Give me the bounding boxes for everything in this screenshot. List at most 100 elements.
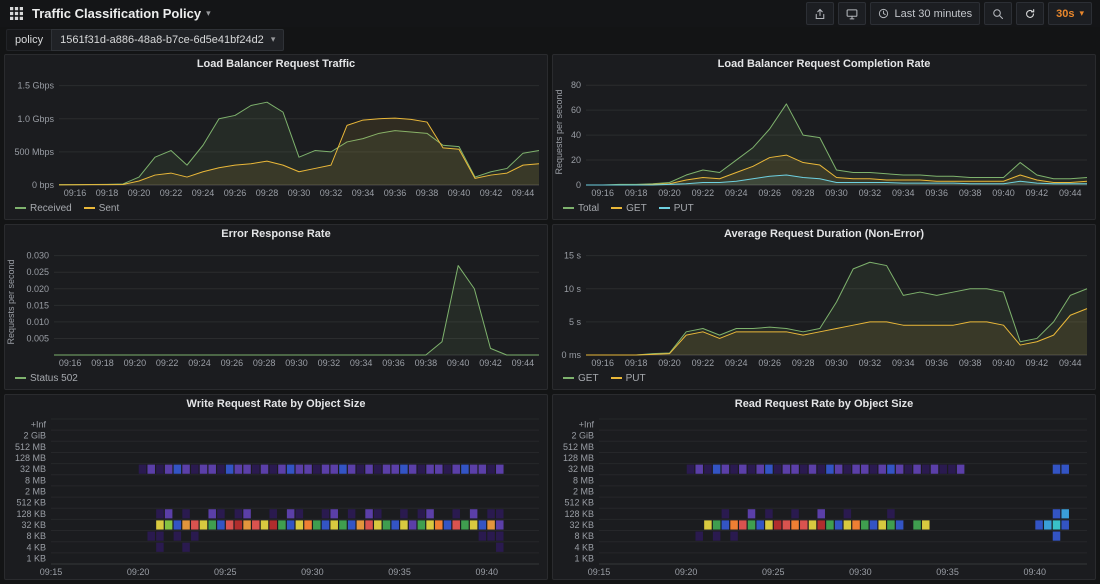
svg-text:09:28: 09:28 [253, 358, 276, 368]
svg-text:09:28: 09:28 [792, 358, 815, 368]
traffic-line-chart[interactable]: 0 bps500 Mbps1.0 Gbps1.5 Gbps09:1609:180… [5, 73, 547, 200]
svg-text:09:16: 09:16 [591, 358, 614, 368]
refresh-interval-value: 30s [1056, 8, 1074, 20]
panel-error-response-rate: Error Response Rate 0.005 0.010 0.015 0.020… [4, 224, 548, 390]
svg-text:32 KB: 32 KB [569, 520, 594, 530]
svg-text:09:34: 09:34 [892, 188, 915, 198]
svg-text:0: 0 [576, 180, 581, 190]
svg-text:Requests per second: Requests per second [554, 89, 564, 174]
svg-text:1.0 Gbps: 1.0 Gbps [17, 114, 54, 124]
navbar-actions: Last 30 minutes 30s ▾ [806, 2, 1092, 25]
legend-item-total[interactable]: Total [563, 203, 599, 214]
svg-text:0.005: 0.005 [26, 333, 49, 343]
legend-series-label: PUT [626, 373, 646, 384]
svg-text:500 Mbps: 500 Mbps [14, 147, 54, 157]
svg-text:09:38: 09:38 [959, 358, 982, 368]
svg-text:09:44: 09:44 [1059, 358, 1082, 368]
read-rate-heatmap-chart[interactable]: +Inf2 GiB512 MB128 MB32 MB8 MB2 MB512 KB… [553, 413, 1095, 579]
svg-text:128 MB: 128 MB [563, 453, 594, 463]
clock-icon [878, 8, 889, 19]
zoom-out-time-button[interactable] [984, 2, 1012, 25]
variable-value-dropdown[interactable]: 1561f31d-a886-48a8-b7ce-6d5e41bf24d2 ▾ [51, 29, 284, 51]
svg-text:09:20: 09:20 [658, 358, 681, 368]
svg-text:09:34: 09:34 [352, 188, 375, 198]
svg-text:09:28: 09:28 [256, 188, 279, 198]
svg-text:09:24: 09:24 [725, 358, 748, 368]
tv-mode-button[interactable] [838, 2, 866, 25]
panel-write-request-rate-by-object-size: Write Request Rate by Object Size +Inf2 … [4, 394, 548, 580]
grafana-logo-icon[interactable] [8, 6, 24, 22]
panel-title[interactable]: Write Request Rate by Object Size [5, 395, 547, 413]
svg-text:32 MB: 32 MB [568, 464, 594, 474]
variable-label: policy [6, 29, 51, 51]
legend-color-mark [611, 207, 622, 209]
svg-text:09:42: 09:42 [479, 358, 502, 368]
svg-text:128 KB: 128 KB [564, 509, 594, 519]
svg-text:+Inf: +Inf [31, 420, 47, 430]
refresh-interval-dropdown[interactable]: 30s ▾ [1048, 2, 1092, 25]
panel-read-request-rate-by-object-size: Read Request Rate by Object Size +Inf2 G… [552, 394, 1096, 580]
refresh-button[interactable] [1016, 2, 1044, 25]
panel-title[interactable]: Load Balancer Request Traffic [5, 55, 547, 73]
svg-text:0.010: 0.010 [26, 317, 49, 327]
request-duration-line-chart[interactable]: 0 ms5 s10 s15 s09:1609:1809:2009:2209:24… [553, 243, 1095, 370]
legend-item-put[interactable]: PUT [611, 373, 646, 384]
svg-text:0 ms: 0 ms [561, 350, 581, 360]
svg-text:09:44: 09:44 [1059, 188, 1082, 198]
panel-title[interactable]: Error Response Rate [5, 225, 547, 243]
chart-legend: Received Sent [5, 200, 547, 219]
dashboard-title-dropdown[interactable]: Traffic Classification Policy ▾ [32, 6, 211, 21]
svg-text:09:25: 09:25 [762, 567, 785, 577]
panel-title[interactable]: Average Request Duration (Non-Error) [553, 225, 1095, 243]
panel-title[interactable]: Read Request Rate by Object Size [553, 395, 1095, 413]
svg-text:0 bps: 0 bps [32, 180, 55, 190]
legend-item-get[interactable]: GET [611, 203, 647, 214]
svg-text:09:18: 09:18 [625, 188, 648, 198]
legend-series-label: Status 502 [30, 373, 78, 384]
svg-text:09:22: 09:22 [692, 358, 715, 368]
dashboard-title: Traffic Classification Policy [32, 6, 201, 21]
legend-series-label: Total [578, 203, 599, 214]
svg-text:512 MB: 512 MB [563, 442, 594, 452]
svg-text:09:24: 09:24 [188, 358, 211, 368]
svg-text:40: 40 [571, 130, 581, 140]
svg-text:09:16: 09:16 [64, 188, 87, 198]
panel-average-request-duration: Average Request Duration (Non-Error) 0 m… [552, 224, 1096, 390]
svg-text:128 MB: 128 MB [15, 453, 46, 463]
legend-item-get[interactable]: GET [563, 373, 599, 384]
legend-item-sent[interactable]: Sent [84, 203, 120, 214]
legend-item-status-502[interactable]: Status 502 [15, 373, 78, 384]
svg-text:09:40: 09:40 [1023, 567, 1046, 577]
svg-text:4 KB: 4 KB [574, 542, 594, 552]
panel-title[interactable]: Load Balancer Request Completion Rate [553, 55, 1095, 73]
svg-text:09:30: 09:30 [288, 188, 311, 198]
svg-text:09:32: 09:32 [318, 358, 341, 368]
panel-load-balancer-request-traffic: Load Balancer Request Traffic 0 bps 500 M… [4, 54, 548, 220]
svg-text:0.015: 0.015 [26, 300, 49, 310]
svg-text:09:26: 09:26 [758, 188, 781, 198]
completion-rate-line-chart[interactable]: 02040608009:1609:1809:2009:2209:2409:260… [553, 73, 1095, 200]
svg-text:0.020: 0.020 [26, 284, 49, 294]
svg-text:09:44: 09:44 [512, 188, 535, 198]
chevron-down-icon: ▾ [1079, 8, 1084, 19]
legend-color-mark [563, 377, 574, 379]
svg-text:5 s: 5 s [569, 317, 582, 327]
svg-text:09:30: 09:30 [825, 358, 848, 368]
share-button[interactable] [806, 2, 834, 25]
svg-text:Requests per second: Requests per second [6, 259, 16, 344]
write-rate-heatmap-chart[interactable]: +Inf2 GiB512 MB128 MB32 MB8 MB2 MB512 KB… [5, 413, 547, 579]
legend-color-mark [15, 377, 26, 379]
legend-item-put[interactable]: PUT [659, 203, 694, 214]
svg-text:2 GiB: 2 GiB [23, 431, 46, 441]
svg-text:09:22: 09:22 [160, 188, 183, 198]
svg-text:09:26: 09:26 [221, 358, 244, 368]
top-navbar: Traffic Classification Policy ▾ [0, 0, 1100, 27]
svg-text:09:15: 09:15 [588, 567, 611, 577]
time-range-picker-button[interactable]: Last 30 minutes [870, 2, 980, 25]
chart-legend: Status 502 [5, 370, 547, 389]
svg-text:09:42: 09:42 [1026, 188, 1049, 198]
svg-text:09:36: 09:36 [925, 358, 948, 368]
svg-text:09:38: 09:38 [416, 188, 439, 198]
legend-item-received[interactable]: Received [15, 203, 72, 214]
error-rate-line-chart[interactable]: 0.0050.0100.0150.0200.0250.03009:1609:18… [5, 243, 547, 370]
